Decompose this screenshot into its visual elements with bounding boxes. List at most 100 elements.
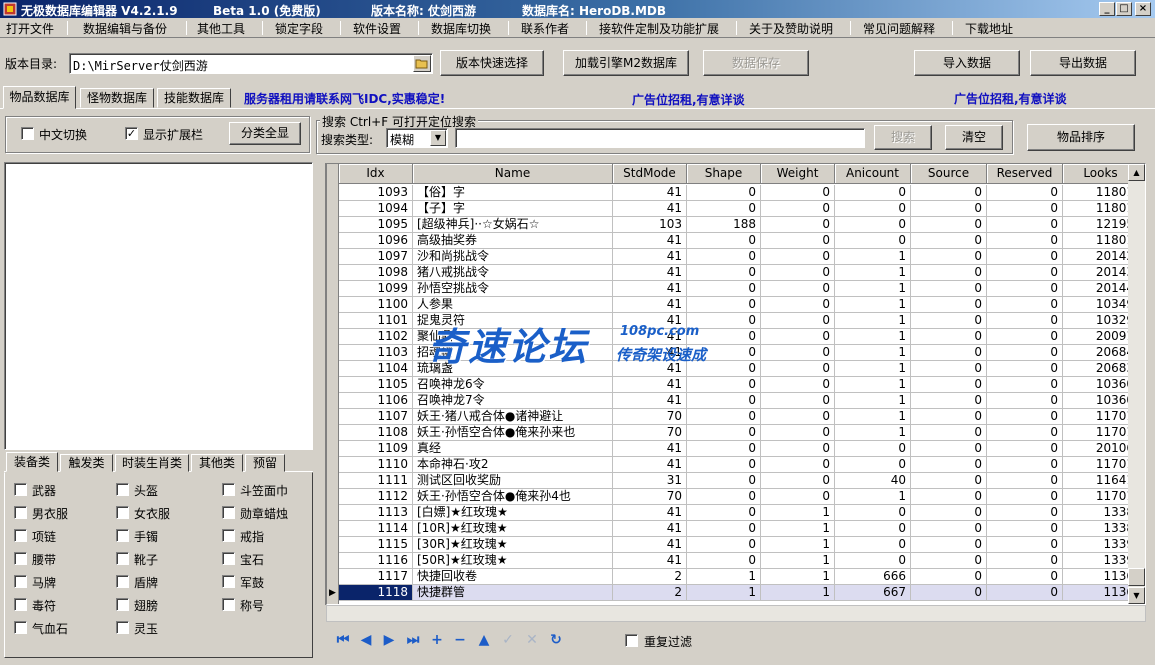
dup-filter-checkbox[interactable]: [625, 634, 638, 647]
table-cell[interactable]: 0: [687, 489, 761, 505]
table-cell[interactable]: 琉璃盏: [413, 361, 613, 377]
table-cell[interactable]: 0: [911, 489, 987, 505]
table-cell[interactable]: 0: [835, 457, 911, 473]
table-cell[interactable]: 188: [687, 217, 761, 233]
table-cell[interactable]: 1: [687, 585, 761, 601]
table-cell[interactable]: 1118: [339, 585, 413, 601]
table-cell[interactable]: 0: [687, 265, 761, 281]
table-cell[interactable]: 孙悟空挑战令: [413, 281, 613, 297]
table-cell[interactable]: 0: [761, 201, 835, 217]
table-cell[interactable]: 1102: [339, 329, 413, 345]
table-cell[interactable]: 人参果: [413, 297, 613, 313]
export-data-button[interactable]: 导出数据: [1030, 50, 1136, 76]
category-checkbox[interactable]: [14, 483, 27, 496]
table-cell[interactable]: 0: [835, 233, 911, 249]
table-cell[interactable]: 招魂幡: [413, 345, 613, 361]
table-cell[interactable]: 1: [835, 425, 911, 441]
table-cell[interactable]: 0: [987, 473, 1063, 489]
table-cell[interactable]: 0: [687, 345, 761, 361]
prior-record-icon[interactable]: ◀: [357, 631, 375, 649]
table-cell[interactable]: 聚仙鼎: [413, 329, 613, 345]
column-header[interactable]: Reserved: [987, 164, 1063, 184]
table-cell[interactable]: 0: [987, 489, 1063, 505]
tab-other[interactable]: 其他类: [191, 454, 243, 472]
close-button[interactable]: ×: [1135, 2, 1151, 16]
table-cell[interactable]: 0: [835, 521, 911, 537]
table-cell[interactable]: 41: [613, 537, 687, 553]
table-cell[interactable]: 0: [911, 409, 987, 425]
table-cell[interactable]: 0: [987, 409, 1063, 425]
table-cell[interactable]: 0: [761, 473, 835, 489]
table-cell[interactable]: 0: [911, 585, 987, 601]
table-cell[interactable]: 0: [761, 249, 835, 265]
table-row[interactable]: 1105 召唤神龙6令 41 0 0 1 0 0 10360: [339, 377, 1139, 393]
table-cell[interactable]: 0: [911, 473, 987, 489]
table-cell[interactable]: 0: [911, 329, 987, 345]
table-cell[interactable]: 1: [835, 313, 911, 329]
table-cell[interactable]: 0: [987, 265, 1063, 281]
table-cell[interactable]: 0: [987, 585, 1063, 601]
show-ext-checkbox[interactable]: ✓: [125, 127, 138, 140]
category-checkbox[interactable]: [14, 529, 27, 542]
table-cell[interactable]: 0: [911, 185, 987, 201]
table-cell[interactable]: 0: [911, 425, 987, 441]
table-cell[interactable]: 1: [835, 345, 911, 361]
table-cell[interactable]: 41: [613, 377, 687, 393]
table-cell[interactable]: 1: [761, 553, 835, 569]
table-row[interactable]: 1096 高级抽奖券 41 0 0 0 0 0 11801: [339, 233, 1139, 249]
category-checkbox[interactable]: [222, 506, 235, 519]
table-cell[interactable]: 0: [761, 409, 835, 425]
table-row[interactable]: 1095 [超级神兵]··☆女娲石☆ 103 188 0 0 0 0 12195: [339, 217, 1139, 233]
table-row[interactable]: 1106 召唤神龙7令 41 0 0 1 0 0 10360: [339, 393, 1139, 409]
table-cell[interactable]: 0: [911, 217, 987, 233]
table-cell[interactable]: 0: [687, 185, 761, 201]
category-checkbox[interactable]: [116, 552, 129, 565]
category-checkbox[interactable]: [222, 598, 235, 611]
table-cell[interactable]: [30R]★红玫瑰★: [413, 537, 613, 553]
table-row[interactable]: 1118 快捷群管 2 1 1 667 0 0 1136: [339, 585, 1139, 601]
table-cell[interactable]: 0: [911, 233, 987, 249]
table-cell[interactable]: 1: [835, 489, 911, 505]
scroll-down-icon[interactable]: ▼: [1128, 587, 1145, 604]
menu-download[interactable]: 下载地址: [965, 20, 1013, 37]
table-cell[interactable]: 0: [761, 345, 835, 361]
delete-record-icon[interactable]: −: [451, 631, 469, 649]
table-cell[interactable]: 0: [987, 281, 1063, 297]
table-cell[interactable]: 0: [761, 217, 835, 233]
table-cell[interactable]: 41: [613, 281, 687, 297]
menu-db-switch[interactable]: 数据库切换: [431, 20, 491, 37]
table-cell[interactable]: 1105: [339, 377, 413, 393]
tab-reserved[interactable]: 预留: [245, 454, 285, 472]
table-cell[interactable]: 1106: [339, 393, 413, 409]
menu-custom-dev[interactable]: 接软件定制及功能扩展: [599, 20, 719, 37]
table-cell[interactable]: 1096: [339, 233, 413, 249]
import-data-button[interactable]: 导入数据: [914, 50, 1020, 76]
next-record-icon[interactable]: ▶: [380, 631, 398, 649]
table-cell[interactable]: 0: [987, 345, 1063, 361]
table-row[interactable]: 1103 招魂幡 41 0 0 1 0 0 20684: [339, 345, 1139, 361]
table-cell[interactable]: 41: [613, 201, 687, 217]
table-cell[interactable]: 0: [911, 281, 987, 297]
table-cell[interactable]: [超级神兵]··☆女娲石☆: [413, 217, 613, 233]
table-cell[interactable]: 667: [835, 585, 911, 601]
table-cell[interactable]: 1100: [339, 297, 413, 313]
table-cell[interactable]: [50R]★红玫瑰★: [413, 553, 613, 569]
table-cell[interactable]: 1: [835, 249, 911, 265]
table-cell[interactable]: 0: [835, 505, 911, 521]
table-cell[interactable]: 41: [613, 553, 687, 569]
table-row[interactable]: 1094 【子】字 41 0 0 0 0 0 11801: [339, 201, 1139, 217]
table-cell[interactable]: 捉鬼灵符: [413, 313, 613, 329]
table-cell[interactable]: 0: [687, 233, 761, 249]
table-cell[interactable]: 103: [613, 217, 687, 233]
table-row[interactable]: 1097 沙和尚挑战令 41 0 0 1 0 0 20142: [339, 249, 1139, 265]
table-cell[interactable]: 0: [987, 393, 1063, 409]
item-preview-panel[interactable]: [4, 162, 313, 450]
table-row[interactable]: 1114 [10R]★红玫瑰★ 41 0 1 0 0 0 1338: [339, 521, 1139, 537]
column-header[interactable]: Idx: [339, 164, 413, 184]
table-cell[interactable]: 0: [761, 441, 835, 457]
table-cell[interactable]: 1115: [339, 537, 413, 553]
table-cell[interactable]: 666: [835, 569, 911, 585]
maximize-button[interactable]: □: [1116, 2, 1132, 16]
table-cell[interactable]: 0: [835, 217, 911, 233]
table-cell[interactable]: 0: [835, 201, 911, 217]
